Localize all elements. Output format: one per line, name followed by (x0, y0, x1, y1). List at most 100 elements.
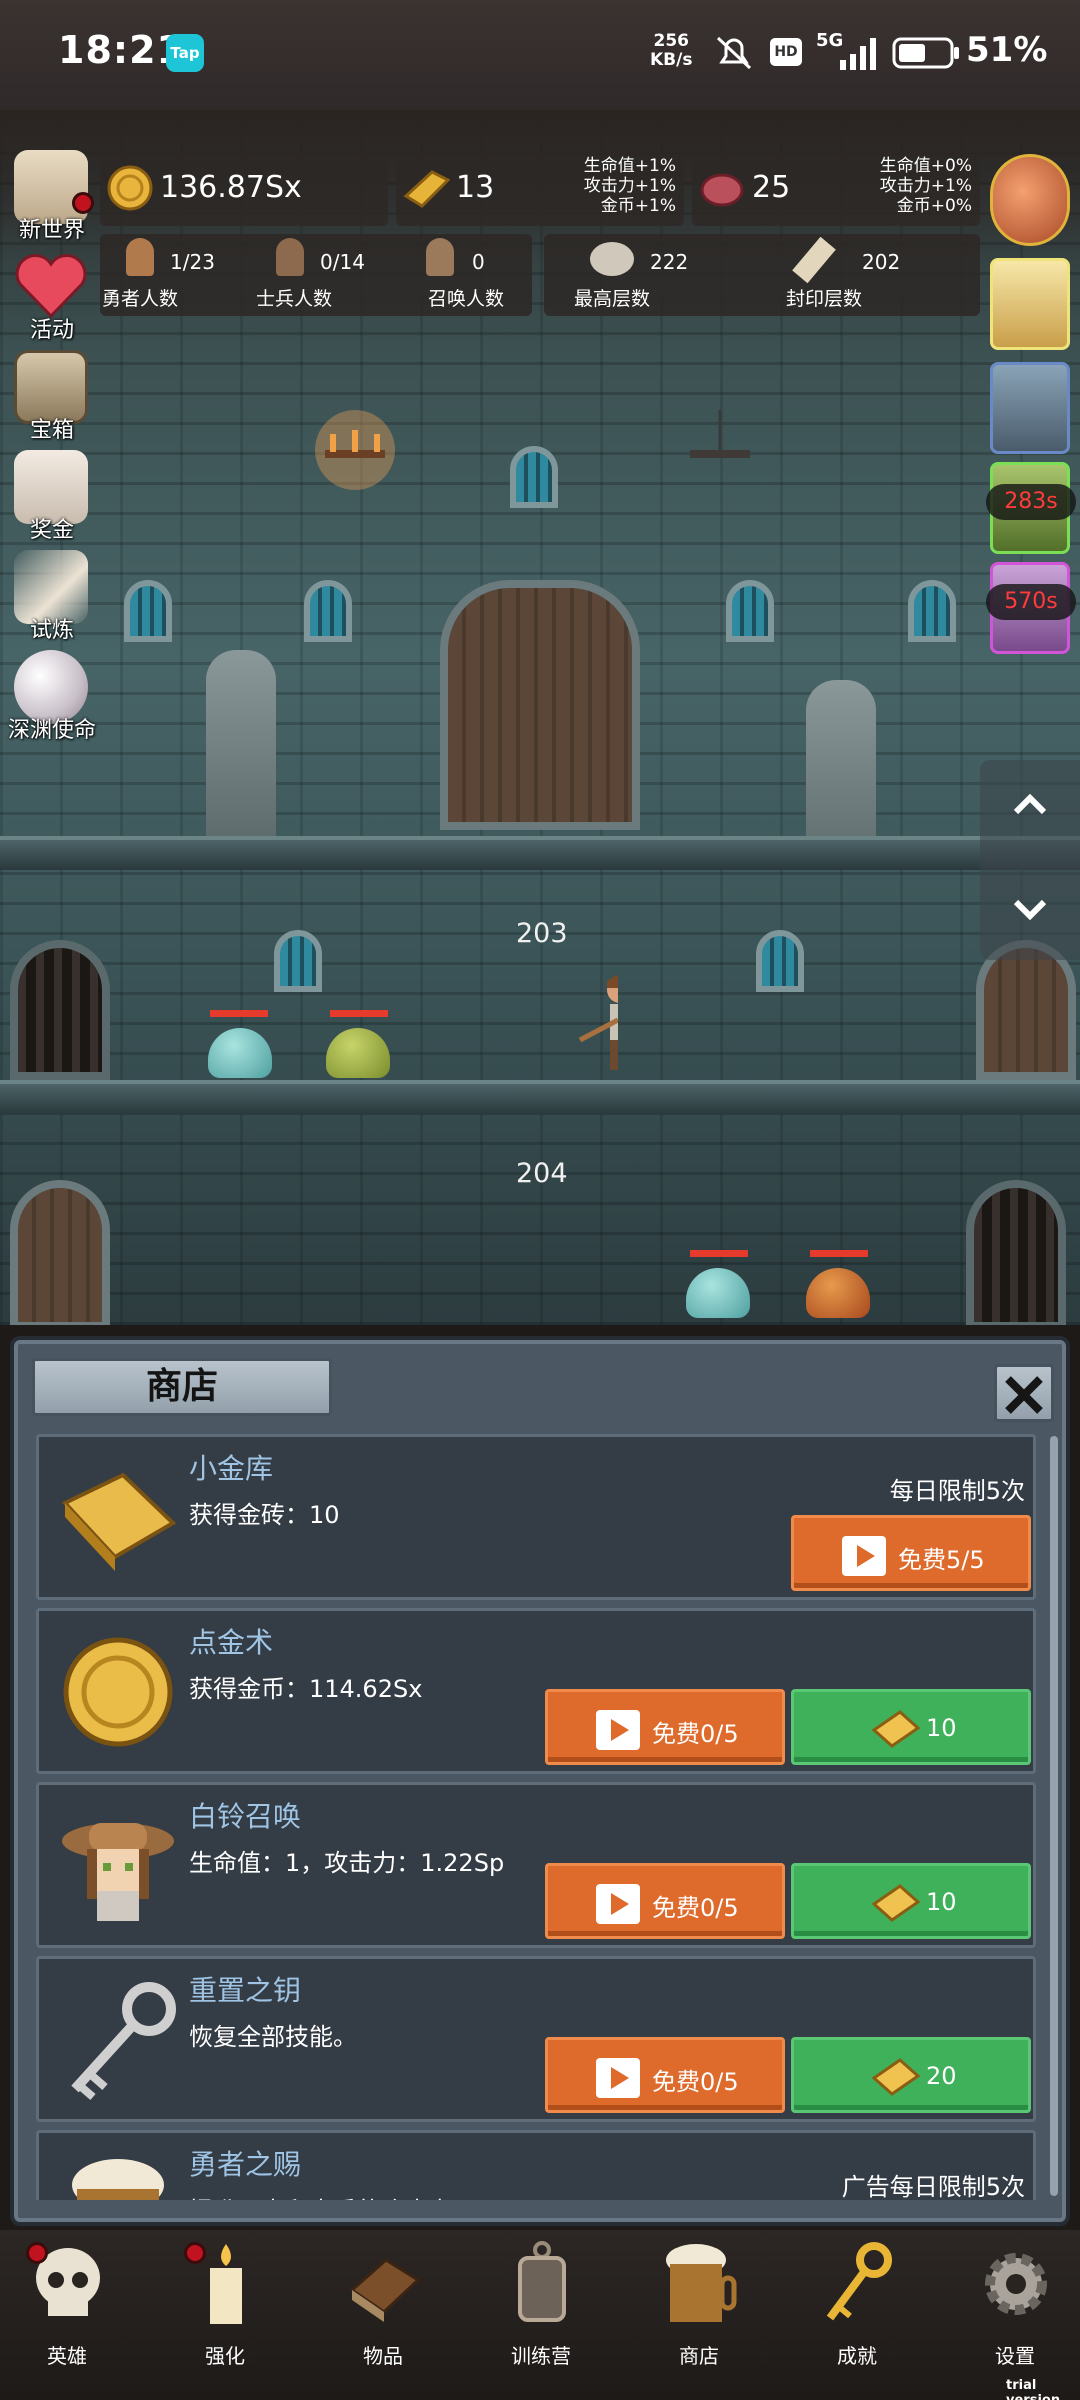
green-slime-enemy[interactable] (326, 1028, 390, 1078)
nav-label: 设置 (995, 2344, 1035, 2368)
video-play-icon (842, 1536, 886, 1576)
shop-title: 商店 (32, 1358, 332, 1416)
blue-slime-enemy[interactable] (686, 1268, 750, 1318)
soldiers-label: 士兵人数 (256, 288, 333, 310)
ad-button-label: 免费0/5 (652, 2068, 739, 2096)
side-menu-bonus[interactable]: 奖金 (6, 450, 96, 543)
nav-settings[interactable]: 设置 (960, 2240, 1070, 2380)
book-icon (349, 2258, 421, 2322)
nav-label: 物品 (363, 2344, 403, 2368)
castle-window (908, 580, 956, 642)
meat-buff-icon[interactable] (990, 362, 1070, 454)
stone-icon (590, 242, 634, 276)
ad-button-label: 免费0/5 (652, 1894, 739, 1922)
meat-panel[interactable]: 25 生命值+0% 攻击力+1% 金币+0% (692, 152, 980, 226)
heroes-label: 勇者人数 (102, 288, 179, 310)
meat-amount: 25 (752, 170, 791, 205)
nav-upgrade[interactable]: 强化 (170, 2240, 280, 2380)
castle-window (756, 930, 804, 992)
nav-label: 英雄 (47, 2344, 87, 2368)
summons-label: 召唤人数 (428, 288, 505, 310)
scroll-down-button[interactable] (1010, 890, 1050, 930)
status-bar: 18:21 Tap 256 KB/s HD 5G 51% (0, 0, 1080, 110)
watch-ad-button[interactable]: 免费5/5 (791, 1515, 1031, 1591)
meat-icon (700, 173, 744, 207)
chandelier-unlit-icon (690, 410, 750, 458)
nav-shop[interactable]: 商店 (644, 2240, 754, 2380)
side-menu-activity[interactable]: 活动 (6, 250, 96, 343)
floor-count-panel: 222 最高层数 202 封印层数 (544, 234, 980, 316)
item-name: 重置之钥 (189, 1974, 302, 2007)
nav-label: 商店 (679, 2344, 719, 2368)
enemy-hp-bar (330, 1010, 388, 1017)
side-menu-label: 奖金 (29, 518, 74, 543)
max-floor-label: 最高层数 (574, 288, 651, 310)
price-label: 10 (926, 1888, 957, 1916)
floor-scroll-controls (980, 760, 1080, 960)
video-play-icon (596, 2058, 640, 2098)
enemy-hp-bar (810, 1250, 868, 1257)
gold-brick-amount: 13 (456, 170, 495, 205)
beer-mug-icon (666, 2244, 737, 2322)
shop-scrollbar[interactable] (1050, 1436, 1058, 2196)
castle-main-door (440, 580, 640, 830)
candle-buff-icon[interactable] (990, 258, 1070, 350)
buff-timer: 283s (986, 484, 1076, 520)
orange-slime-enemy[interactable] (806, 1268, 870, 1318)
floor-ledge (0, 836, 1080, 870)
gold-brick-icon (871, 1710, 921, 1748)
hd-badge: HD (770, 38, 802, 66)
nav-items[interactable]: 物品 (328, 2240, 438, 2380)
item-description: 恢复全部技能。 (189, 2023, 357, 2051)
side-menu-label: 活动 (29, 318, 74, 343)
nav-label: 训练营 (511, 2344, 571, 2368)
gold-coin-panel[interactable]: 136.87Sx (100, 152, 388, 226)
gold-coin-amount: 136.87Sx (160, 170, 302, 205)
shop-item-bell-summon: 白铃召唤 生命值：1，攻击力：1.22Sp 免费0/5 10 (36, 1782, 1036, 1948)
gold-brick-panel[interactable]: 13 生命值+1% 攻击力+1% 金币+1% (396, 152, 684, 226)
shop-item-small-vault: 小金库 获得金砖：10 每日限制5次 免费5/5 (36, 1434, 1036, 1600)
hero-warrior[interactable] (578, 970, 618, 1070)
watch-ad-button[interactable]: 免费0/5 (545, 1689, 785, 1765)
battery-icon (892, 37, 959, 69)
close-icon (1005, 1376, 1043, 1414)
iron-gate (10, 940, 110, 1080)
nav-label: 成就 (837, 2344, 877, 2368)
blue-slime-enemy[interactable] (208, 1028, 272, 1078)
nav-training-camp[interactable]: 训练营 (486, 2240, 596, 2380)
side-menu-treasure-chest[interactable]: 宝箱 (6, 350, 96, 443)
summon-icon (426, 238, 454, 276)
item-name: 小金库 (189, 1452, 274, 1485)
close-button[interactable] (994, 1364, 1054, 1422)
shop-item-alchemy: 点金术 获得金币：114.62Sx 免费0/5 10 (36, 1608, 1036, 1774)
floor-ledge (0, 1080, 1080, 1114)
castle-window (304, 580, 352, 642)
side-menu-trial[interactable]: 试炼 (6, 550, 96, 643)
buy-with-gold-brick-button[interactable]: 10 (791, 1689, 1031, 1765)
floor-number: 203 (516, 918, 568, 949)
enemy-hp-bar (690, 1250, 748, 1257)
watch-ad-button[interactable]: 免费0/5 (545, 1863, 785, 1939)
scroll-up-button[interactable] (1010, 784, 1050, 824)
buy-with-gold-brick-button[interactable]: 10 (791, 1863, 1031, 1939)
shop-item-list[interactable]: 小金库 获得金砖：10 每日限制5次 免费5/5 点金术 获得金币：114.62… (36, 1434, 1046, 2200)
nav-heroes[interactable]: 英雄 (12, 2240, 122, 2380)
fruit-buff-icon[interactable] (990, 154, 1070, 246)
game-scene[interactable]: 203 204 新世界 活动 宝箱 奖金 试炼 深渊使命 136.87Sx 13… (0, 110, 1080, 1325)
castle-window (726, 580, 774, 642)
item-description: 生命值：1，攻击力：1.22Sp (189, 1849, 505, 1877)
gold-brick-icon (871, 1884, 921, 1922)
side-menu-new-world[interactable]: 新世界 (6, 150, 96, 243)
enemy-hp-bar (210, 1010, 268, 1017)
nav-achievements[interactable]: 成就 (802, 2240, 912, 2380)
notification-dot (184, 2242, 206, 2264)
item-name: 白铃召唤 (189, 1800, 302, 1833)
item-description: 获得金币：114.62Sx (189, 1675, 423, 1703)
side-menu-abyss-mission[interactable]: 深渊使命 (6, 650, 96, 743)
shop-item-hero-gift: 勇者之赐 提升勇士和士兵的攻击力。 广告每日限制5次 (36, 2130, 1036, 2200)
castle-window (124, 580, 172, 642)
buy-with-gold-brick-button[interactable]: 20 (791, 2037, 1031, 2113)
watch-ad-button[interactable]: 免费0/5 (545, 2037, 785, 2113)
heroes-count: 1/23 (170, 250, 215, 274)
gold-brick-bonus: 生命值+1% 攻击力+1% 金币+1% (583, 156, 676, 216)
